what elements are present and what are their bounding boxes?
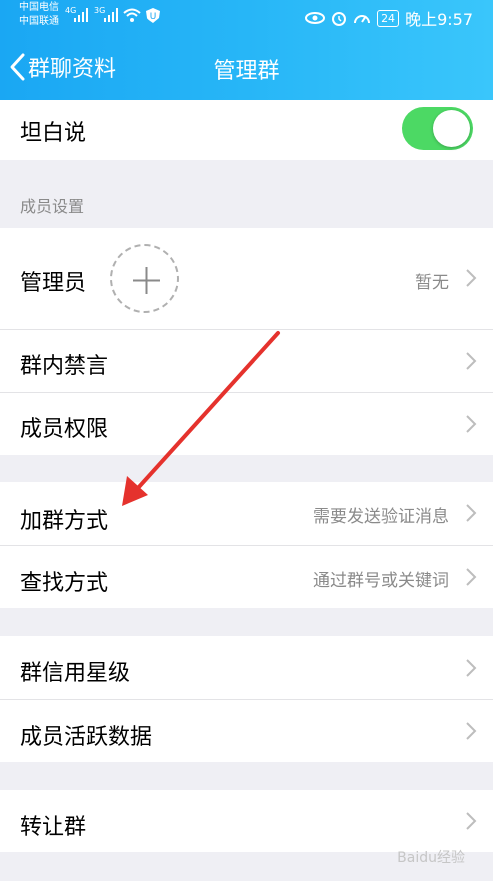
- add-admin-button[interactable]: [110, 244, 179, 313]
- permissions-label: 成员权限: [20, 417, 109, 442]
- plus-icon: [133, 267, 160, 294]
- mute-row[interactable]: 群内禁言: [0, 330, 493, 392]
- admin-value: 暂无: [415, 273, 449, 293]
- eye-icon: [305, 12, 326, 24]
- find-method-row[interactable]: 查找方式 通过群号或关键词: [0, 546, 493, 608]
- carrier-2: 中国联通: [19, 16, 59, 27]
- find-method-label: 查找方式: [20, 571, 109, 596]
- watermark: Baidu经验: [397, 850, 465, 866]
- clock: 晚上9:57: [405, 10, 473, 29]
- admin-label: 管理员: [20, 271, 87, 296]
- tanbaishuo-label: 坦白说: [20, 121, 87, 146]
- activity-row[interactable]: 成员活跃数据: [0, 700, 493, 762]
- chevron-right-icon: [466, 659, 477, 677]
- credit-label: 群信用星级: [20, 661, 131, 686]
- mute-label: 群内禁言: [20, 354, 109, 379]
- chevron-right-icon: [466, 568, 477, 586]
- toggle-knob: [433, 110, 470, 147]
- status-right: 24 晚上9:57: [305, 6, 473, 30]
- carrier-1: 中国电信: [19, 2, 59, 13]
- wifi-icon: [123, 8, 141, 22]
- alarm-icon: [332, 12, 347, 26]
- permissions-row[interactable]: 成员权限: [0, 393, 493, 455]
- navigation-bar: 群聊资料 管理群: [0, 40, 493, 96]
- status-bar: 中国电信 中国联通 4G 3G U 24 晚上9:57: [0, 0, 493, 33]
- join-method-label: 加群方式: [20, 509, 109, 534]
- speedometer-icon: [354, 15, 371, 24]
- chevron-right-icon: [466, 504, 477, 522]
- admin-row[interactable]: 管理员 暂无: [0, 228, 493, 329]
- transfer-row[interactable]: 转让群: [0, 790, 493, 852]
- transfer-label: 转让群: [20, 815, 87, 840]
- chevron-right-icon: [466, 352, 477, 370]
- page-title: 管理群: [213, 59, 280, 84]
- find-method-value: 通过群号或关键词: [313, 571, 449, 591]
- header: 中国电信 中国联通 4G 3G U 24 晚上9:57 群聊资料 管理群: [0, 0, 493, 100]
- chevron-right-icon: [466, 415, 477, 433]
- tanbaishuo-toggle[interactable]: [402, 107, 473, 150]
- activity-label: 成员活跃数据: [20, 725, 153, 750]
- chevron-right-icon: [466, 812, 477, 830]
- signal-icon: [74, 8, 88, 22]
- section-header-member-settings: 成员设置: [20, 197, 85, 216]
- carrier-labels: 中国电信 中国联通: [19, 1, 59, 29]
- svg-text:U: U: [150, 12, 157, 22]
- join-method-value: 需要发送验证消息: [313, 507, 449, 527]
- battery-indicator: 24: [377, 9, 400, 27]
- signal-icon-2: [104, 8, 118, 22]
- chevron-right-icon: [466, 722, 477, 740]
- credit-row[interactable]: 群信用星级: [0, 636, 493, 699]
- chevron-right-icon: [466, 269, 477, 287]
- join-method-row[interactable]: 加群方式 需要发送验证消息: [0, 482, 493, 545]
- shield-icon: U: [146, 8, 160, 23]
